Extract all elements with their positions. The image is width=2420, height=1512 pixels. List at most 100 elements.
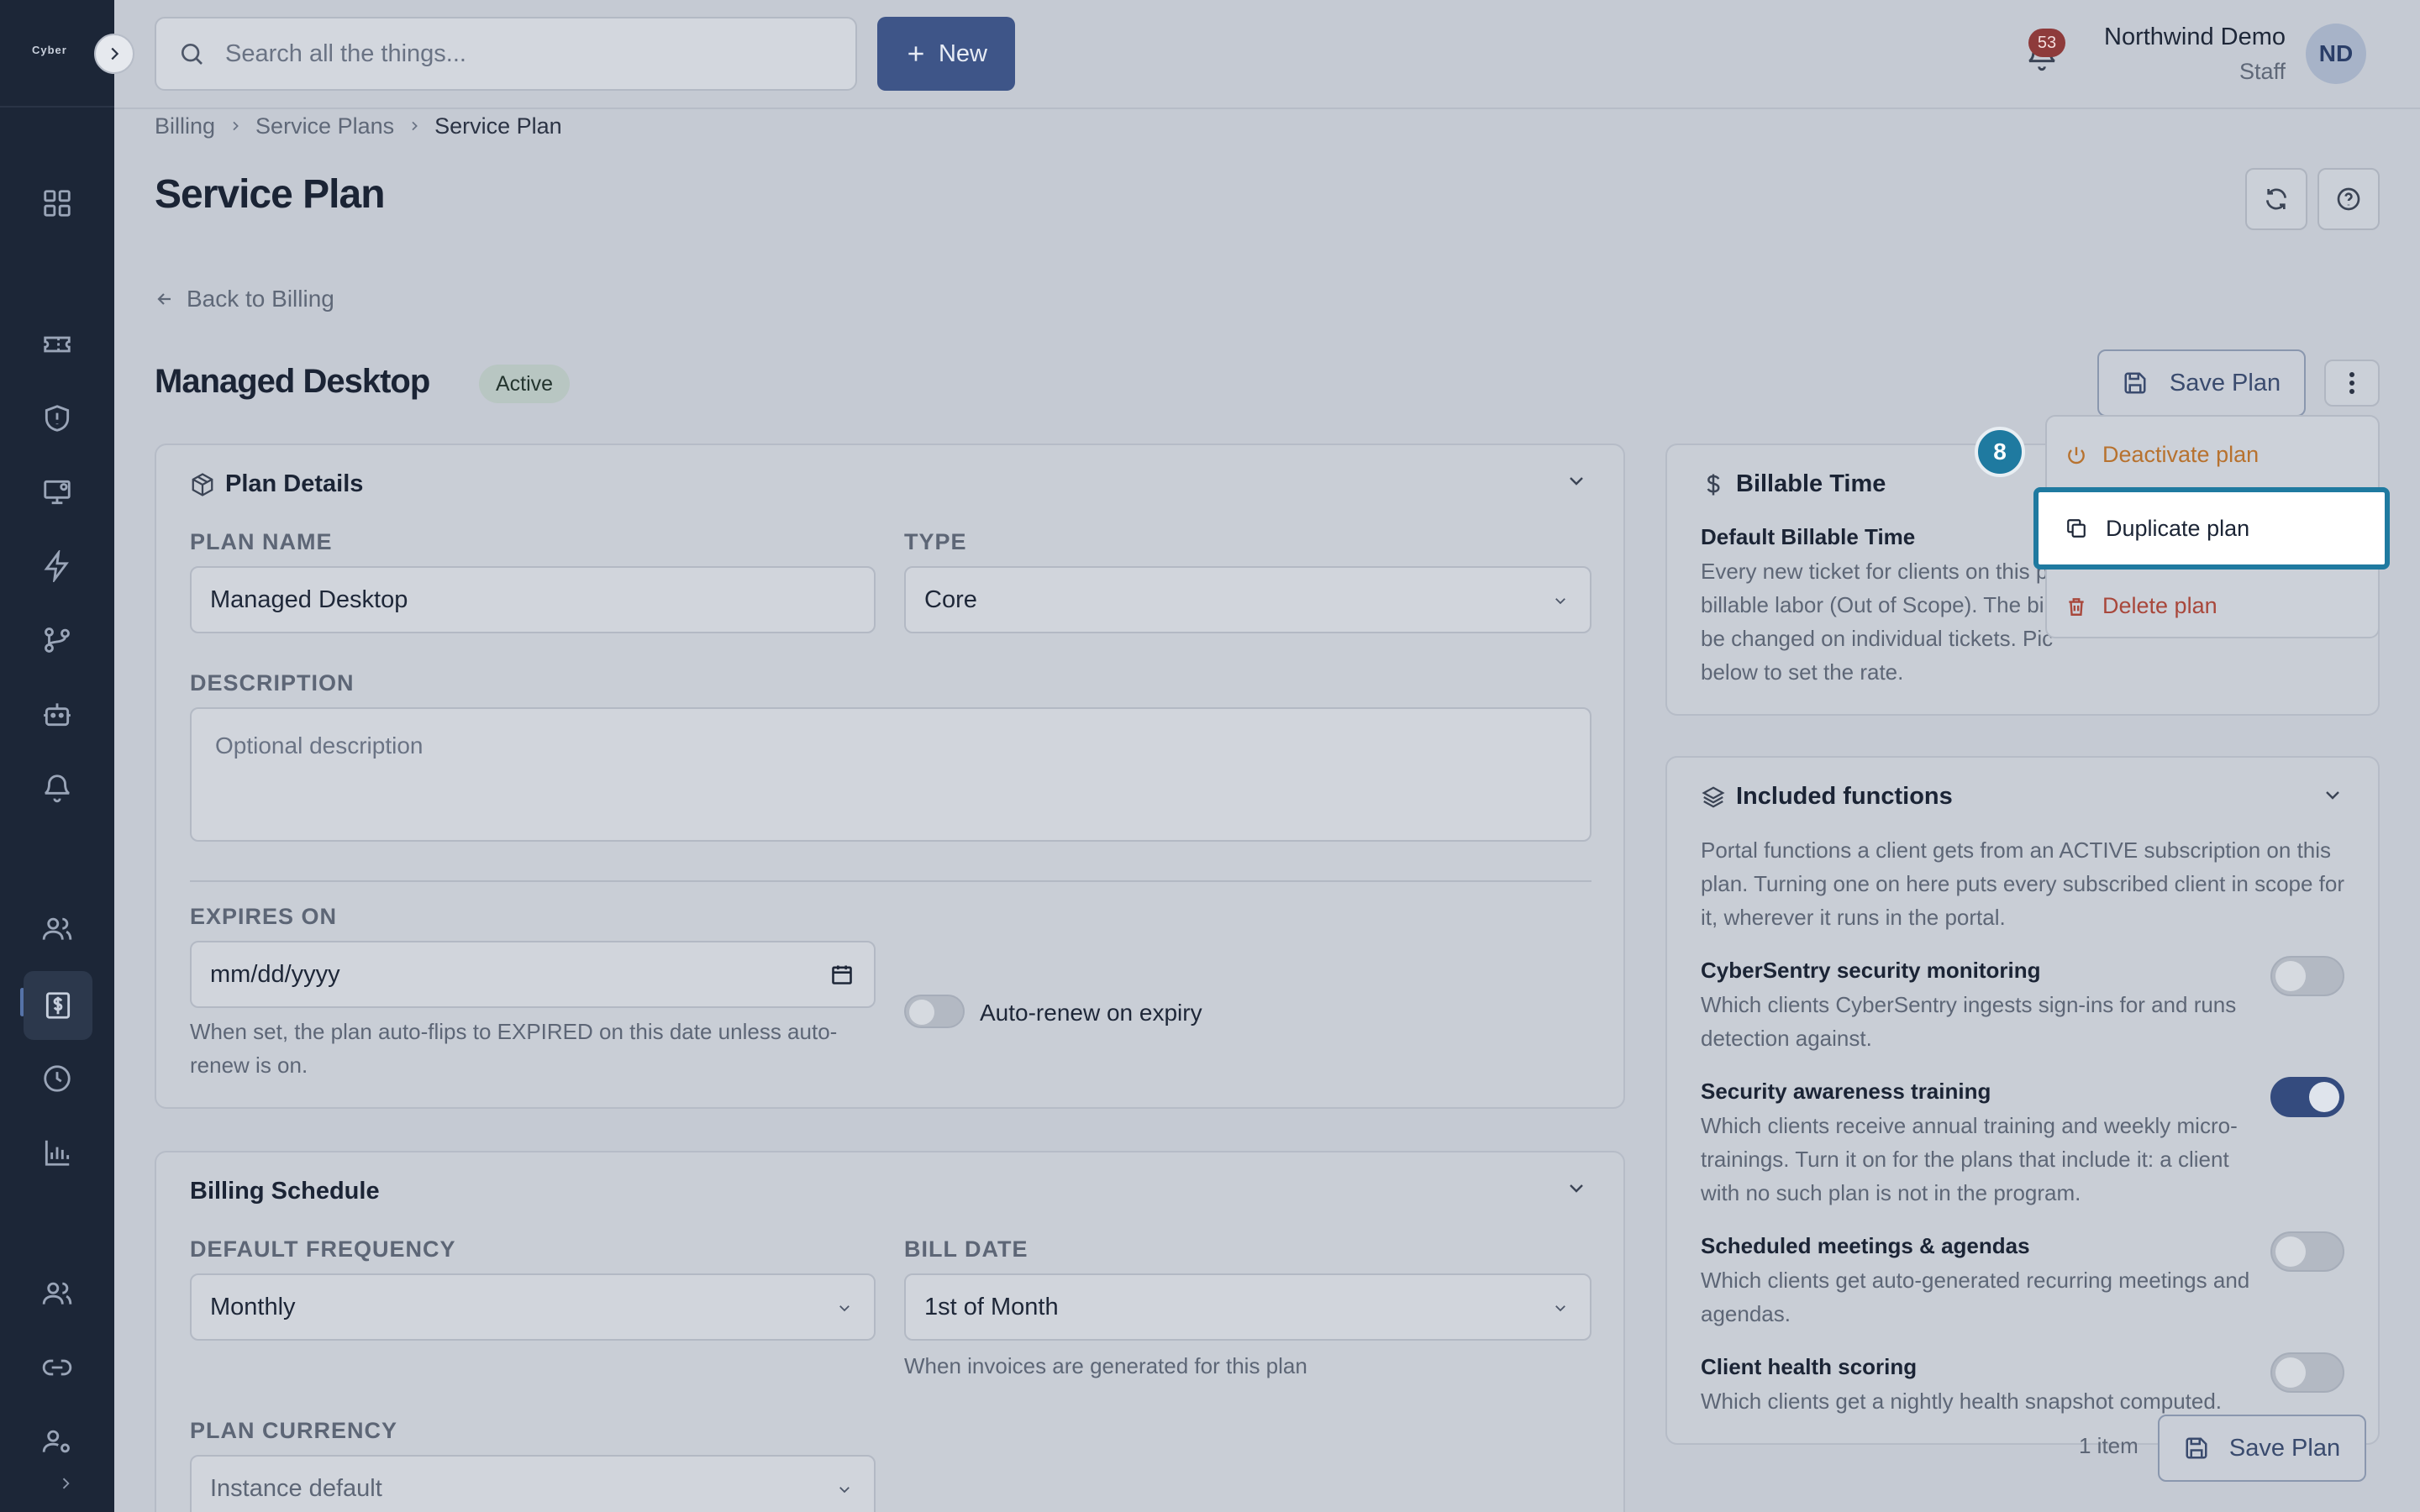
app-logo: Cyber bbox=[32, 44, 67, 56]
users-icon[interactable] bbox=[37, 909, 77, 949]
plan-name-input[interactable]: Managed Desktop bbox=[190, 566, 876, 633]
function-title-meetings: Scheduled meetings & agendas bbox=[1701, 1233, 2030, 1258]
billable-time-header: Billable Time bbox=[1701, 470, 1886, 498]
chevron-down-icon[interactable] bbox=[1565, 1176, 1588, 1200]
user-role: Staff bbox=[2238, 59, 2286, 84]
refresh-button[interactable] bbox=[2245, 168, 2307, 230]
billing-schedule-header[interactable]: Billing Schedule bbox=[190, 1178, 380, 1205]
dashboard-icon[interactable] bbox=[37, 183, 77, 223]
bill-date-help-text: When invoices are generated for this pla… bbox=[904, 1353, 1307, 1378]
dollar-icon bbox=[1701, 472, 1726, 497]
back-to-billing-link[interactable]: Back to Billing bbox=[155, 286, 334, 312]
step-number-badge: 8 bbox=[1975, 427, 2025, 477]
chevron-down-icon bbox=[835, 1480, 854, 1499]
menu-item-delete[interactable]: Delete plan bbox=[2065, 593, 2217, 619]
health-scoring-toggle[interactable] bbox=[2270, 1352, 2344, 1393]
ticket-icon[interactable] bbox=[37, 324, 77, 365]
notification-count-badge: 53 bbox=[2028, 29, 2065, 57]
link-icon[interactable] bbox=[37, 1347, 77, 1388]
plan-details-card: Plan Details PLAN NAME Managed Desktop T… bbox=[155, 444, 1625, 1109]
breadcrumb-service-plans[interactable]: Service Plans bbox=[255, 113, 394, 139]
bell-nav-icon[interactable] bbox=[37, 768, 77, 808]
collapse-sidebar-button[interactable] bbox=[94, 34, 134, 74]
menu-item-deactivate[interactable]: Deactivate plan bbox=[2065, 442, 2259, 468]
billing-icon[interactable] bbox=[24, 971, 92, 1040]
description-textarea[interactable]: Optional description bbox=[190, 707, 1591, 842]
date-placeholder: mm/dd/yyyy bbox=[210, 960, 340, 988]
help-circle-icon bbox=[2335, 186, 2362, 213]
save-plan-label: Save Plan bbox=[2169, 369, 2281, 396]
function-desc-health-scoring: Which clients get a nightly health snaps… bbox=[1701, 1389, 2223, 1414]
chevron-right-icon bbox=[229, 119, 242, 133]
toggle-knob bbox=[2275, 1357, 2306, 1388]
menu-item-duplicate[interactable]: Duplicate plan bbox=[2033, 487, 2390, 570]
more-actions-button[interactable] bbox=[2324, 360, 2380, 407]
topbar-divider bbox=[114, 108, 2420, 109]
plan-title: Managed Desktop bbox=[155, 363, 430, 400]
power-icon bbox=[2065, 444, 2087, 466]
plan-details-header[interactable]: Plan Details bbox=[190, 470, 363, 498]
meetings-toggle[interactable] bbox=[2270, 1231, 2344, 1272]
function-desc-meetings: Which clients get auto-generated recurri… bbox=[1701, 1268, 2250, 1326]
toggle-knob bbox=[2309, 1082, 2339, 1112]
breadcrumb-current: Service Plan bbox=[434, 113, 562, 139]
global-search[interactable]: Search all the things... bbox=[155, 17, 857, 91]
included-functions-description: Portal functions a client gets from an A… bbox=[1701, 837, 2345, 930]
team-icon[interactable] bbox=[37, 1273, 77, 1314]
user-settings-icon[interactable] bbox=[37, 1421, 77, 1462]
auto-renew-toggle[interactable] bbox=[904, 995, 965, 1028]
zap-icon[interactable] bbox=[37, 546, 77, 586]
type-select[interactable]: Core bbox=[904, 566, 1591, 633]
items-count: 1 item bbox=[2079, 1433, 2139, 1458]
copy-icon bbox=[2065, 517, 2087, 539]
cybersentry-toggle[interactable] bbox=[2270, 956, 2344, 996]
billing-schedule-title: Billing Schedule bbox=[190, 1178, 380, 1205]
calendar-icon[interactable] bbox=[830, 963, 854, 986]
expires-on-label: EXPIRES ON bbox=[190, 904, 338, 929]
breadcrumb-billing[interactable]: Billing bbox=[155, 113, 215, 139]
billable-time-desc-1: Every new ticket for clients on this p bbox=[1701, 559, 2049, 584]
toggle-knob bbox=[909, 1000, 934, 1025]
save-plan-footer-label: Save Plan bbox=[2228, 1434, 2341, 1462]
currency-value: Instance default bbox=[210, 1474, 382, 1502]
currency-label: PLAN CURRENCY bbox=[190, 1418, 398, 1443]
bot-icon[interactable] bbox=[37, 694, 77, 734]
shield-alert-icon[interactable] bbox=[37, 398, 77, 438]
deactivate-label: Deactivate plan bbox=[2102, 442, 2260, 467]
billable-time-desc-4: below to set the rate. bbox=[1701, 659, 1904, 685]
billable-time-desc-2: billable labor (Out of Scope). The bi bbox=[1701, 592, 2044, 617]
frequency-value: Monthly bbox=[210, 1293, 296, 1320]
save-plan-button[interactable]: Save Plan bbox=[2097, 349, 2306, 417]
chevron-down-icon bbox=[835, 1299, 854, 1317]
included-functions-title: Included functions bbox=[1736, 783, 1953, 810]
save-plan-footer-button[interactable]: Save Plan bbox=[2158, 1415, 2366, 1482]
bar-chart-icon[interactable] bbox=[37, 1132, 77, 1173]
avatar[interactable]: ND bbox=[2306, 24, 2366, 84]
search-input[interactable]: Search all the things... bbox=[225, 40, 466, 68]
frequency-select[interactable]: Monthly bbox=[190, 1273, 876, 1341]
help-button[interactable] bbox=[2317, 168, 2380, 230]
chevron-down-icon[interactable] bbox=[1565, 469, 1588, 492]
awareness-training-toggle[interactable] bbox=[2270, 1077, 2344, 1117]
currency-select[interactable]: Instance default bbox=[190, 1455, 876, 1512]
new-button[interactable]: New bbox=[877, 17, 1015, 91]
monitor-settings-icon[interactable] bbox=[37, 472, 77, 512]
more-vertical-icon bbox=[2349, 371, 2355, 395]
git-branch-icon[interactable] bbox=[37, 620, 77, 660]
refresh-icon bbox=[2263, 186, 2290, 213]
type-label: TYPE bbox=[904, 529, 967, 554]
trash-icon bbox=[2065, 596, 2087, 617]
chevron-down-icon bbox=[1551, 591, 1570, 610]
type-value: Core bbox=[924, 585, 977, 613]
chevron-down-icon[interactable] bbox=[2321, 783, 2344, 806]
section-divider bbox=[190, 880, 1591, 882]
plan-name-label: PLAN NAME bbox=[190, 529, 333, 554]
included-functions-header[interactable]: Included functions bbox=[1701, 783, 1953, 811]
expires-on-date-input[interactable]: mm/dd/yyyy bbox=[190, 941, 876, 1008]
toggle-knob bbox=[2275, 1236, 2306, 1267]
function-title-cybersentry: CyberSentry security monitoring bbox=[1701, 958, 2041, 983]
clock-icon[interactable] bbox=[37, 1058, 77, 1099]
bill-date-select[interactable]: 1st of Month bbox=[904, 1273, 1591, 1341]
new-button-label: New bbox=[938, 39, 987, 67]
expand-sidebar-icon[interactable] bbox=[54, 1472, 77, 1495]
